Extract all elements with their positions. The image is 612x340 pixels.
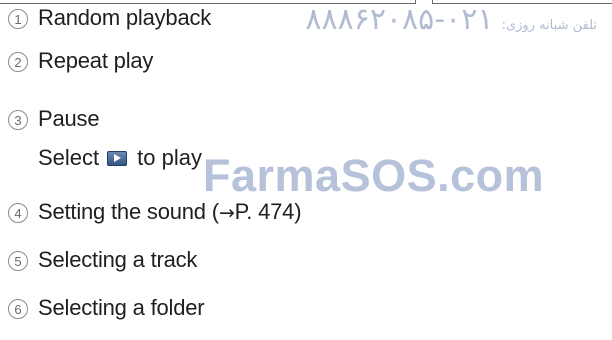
to-play-text: to play (137, 145, 202, 170)
step-number-5: 5 (8, 251, 28, 271)
step-label-pause: Pause (38, 106, 100, 131)
step-number-4: 4 (8, 203, 28, 223)
play-icon (107, 150, 128, 166)
setting-sound-text: Setting the sound ( (38, 199, 219, 224)
watermark-phone: تلفن شبانه روزی: ۰۲۱-۸۸۸۶۲۰۸۵ (305, 2, 597, 37)
step-label-setting-sound: Setting the sound (→P. 474) (38, 199, 302, 225)
watermark-phone-label: تلفن شبانه روزی: (501, 18, 597, 33)
step-label-repeat-play: Repeat play (38, 48, 154, 73)
step-label-selecting-folder: Selecting a folder (38, 295, 205, 320)
page-reference: P. 474) (234, 199, 302, 224)
step-label-random-playback: Random playback (38, 5, 212, 30)
select-text: Select (38, 145, 100, 170)
step-number-3: 3 (8, 110, 28, 130)
step-number-6: 6 (8, 299, 28, 319)
step-number-1: 1 (8, 9, 28, 29)
step-sub-select-play: Select to play (38, 145, 202, 171)
watermark-site: FarmaSOS.com (203, 150, 545, 201)
step-label-selecting-track: Selecting a track (38, 247, 198, 272)
watermark-phone-digits: ۰۲۱-۸۸۸۶۲۰۸۵ (305, 2, 494, 37)
arrow-right-icon: → (218, 202, 235, 224)
step-number-2: 2 (8, 52, 28, 72)
